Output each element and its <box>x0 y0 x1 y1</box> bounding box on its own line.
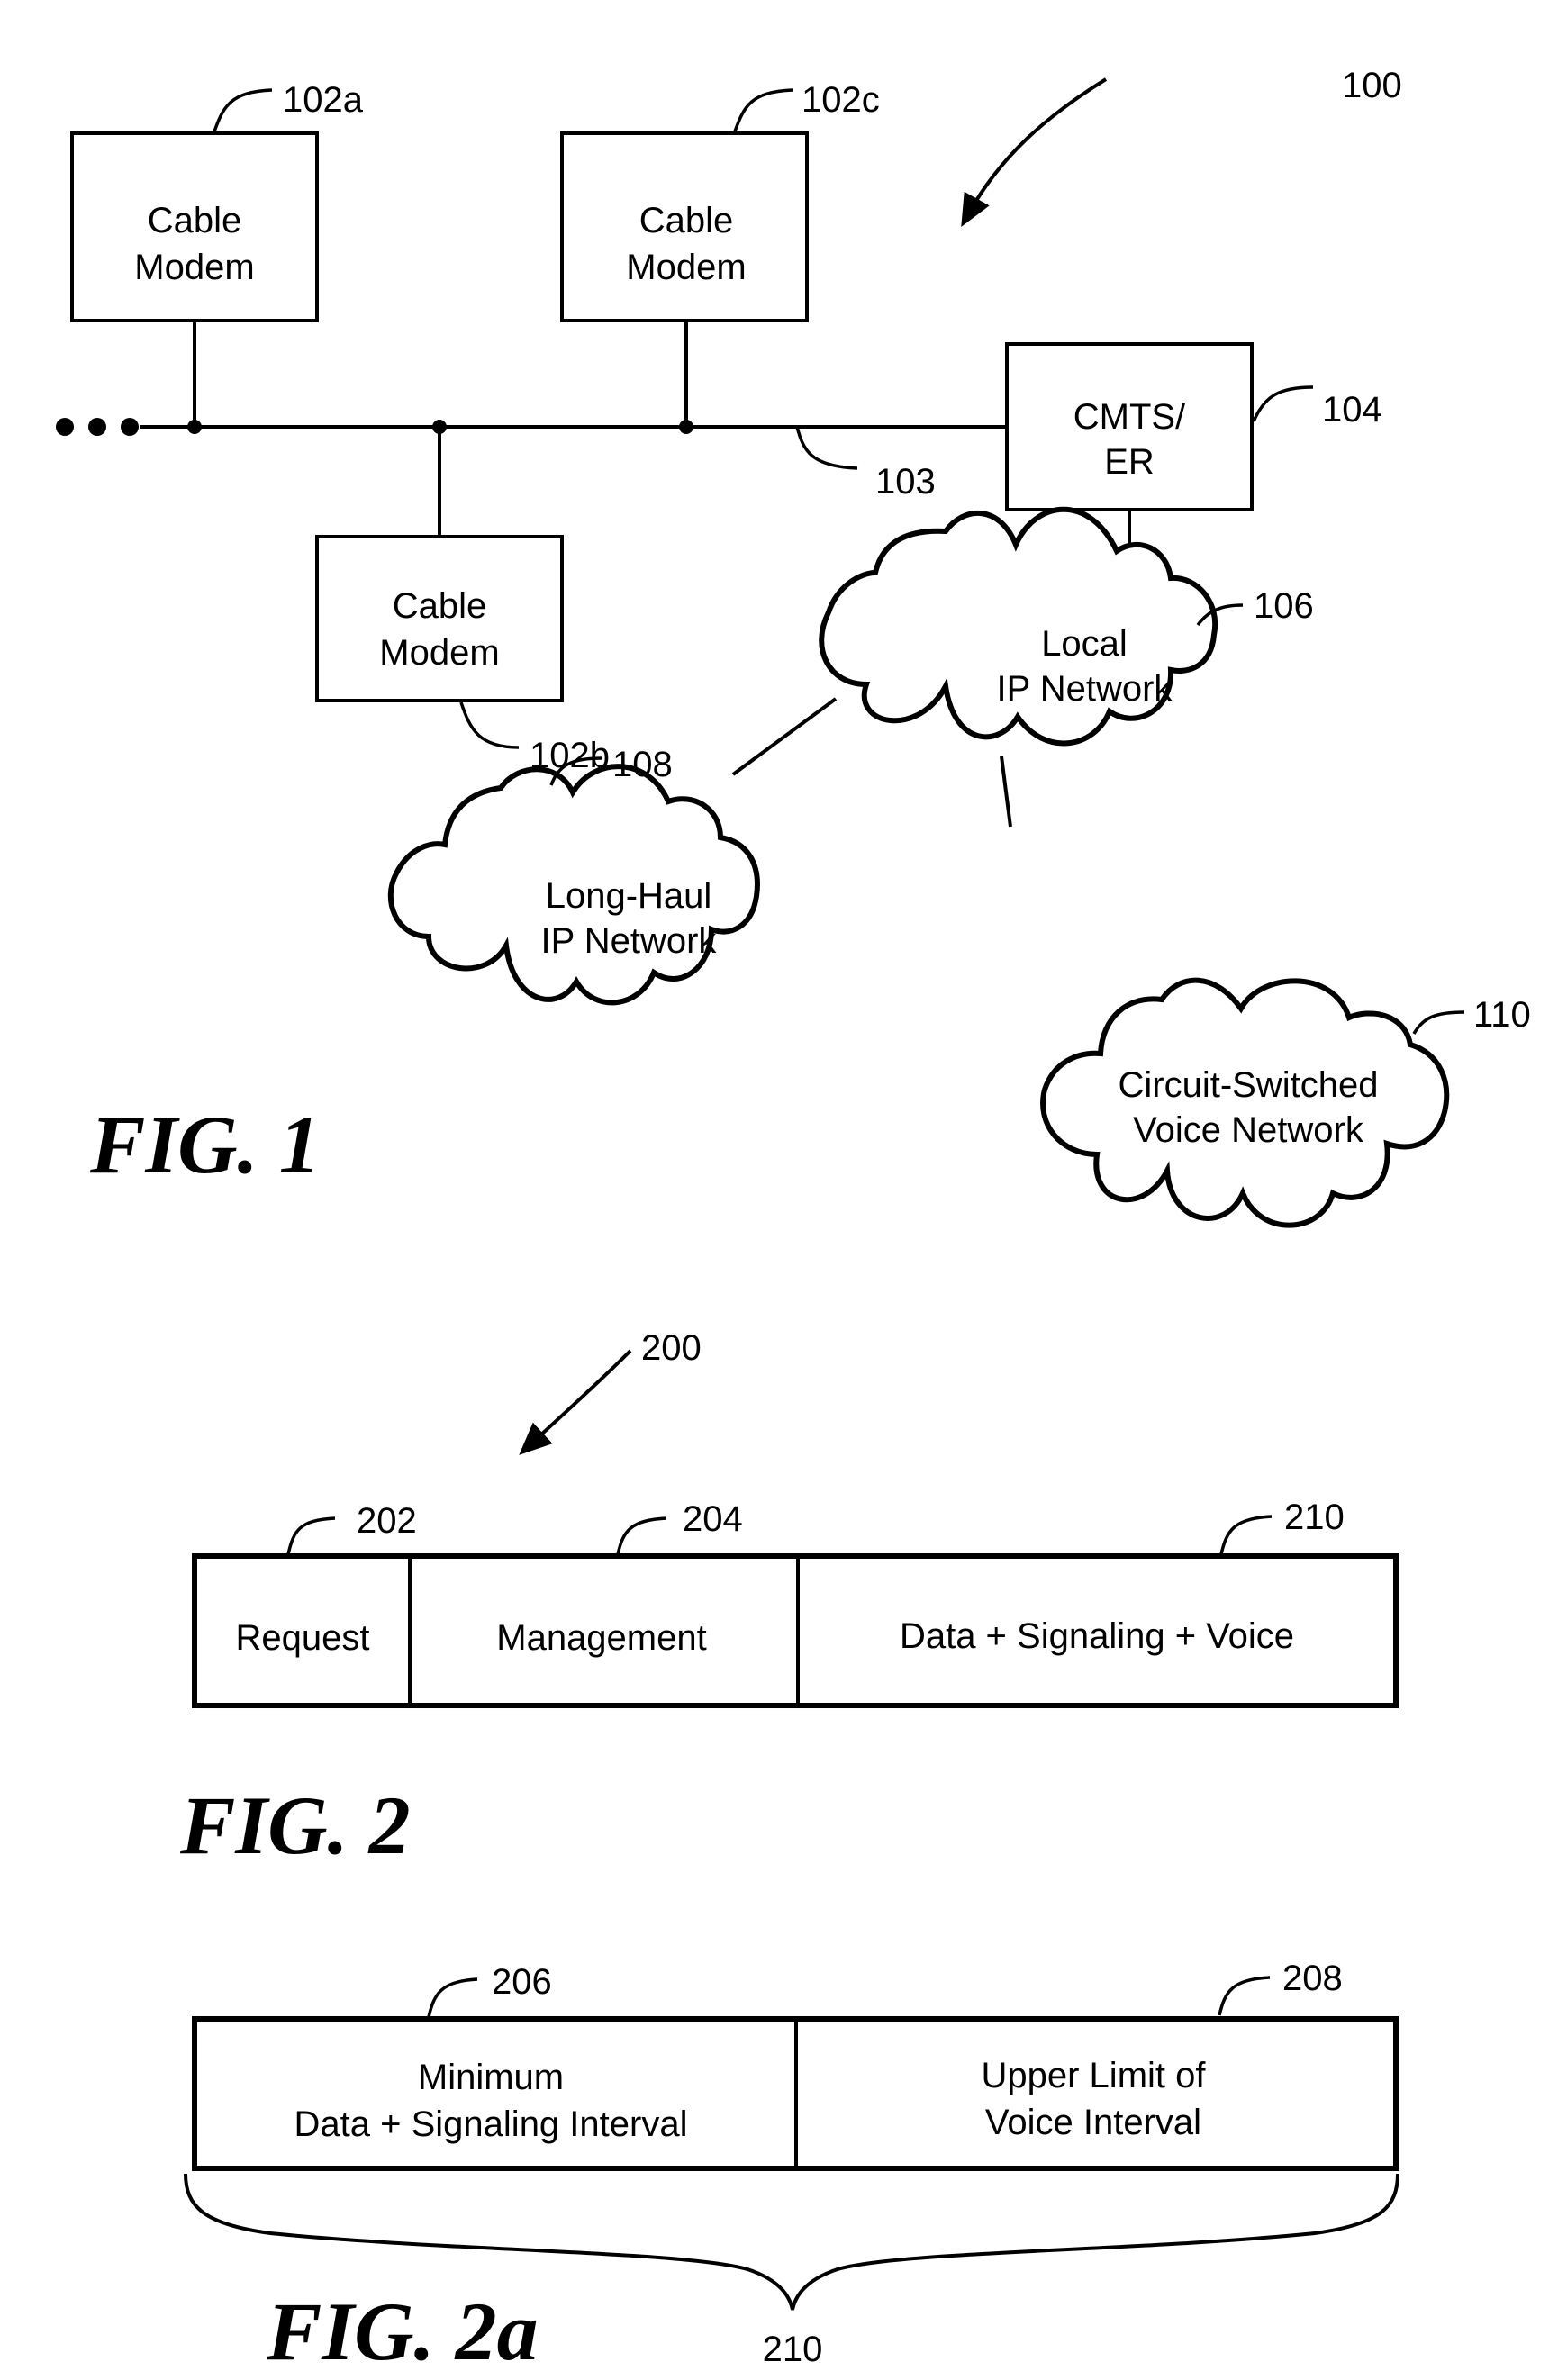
cable-modem-label: Cable <box>148 201 242 240</box>
ref-label: 204 <box>683 1499 743 1539</box>
cable-modem-label: Modem <box>134 248 254 287</box>
cloud-label: Circuit-Switched <box>1119 1065 1379 1105</box>
bus-continuation-dots <box>56 418 139 436</box>
circuit-switched-voice-network-110: Circuit-Switched Voice Network 110 <box>1040 977 1531 1228</box>
ref-label: 210 <box>1284 1498 1345 1537</box>
segment-label: Voice Interval <box>985 2103 1201 2142</box>
leader-line <box>427 1977 478 2018</box>
frame-ref-label: 200 <box>641 1328 702 1368</box>
ref-label: 202 <box>357 1501 417 1541</box>
bus-ref-label: 103 <box>875 462 936 502</box>
segment-label: Minimum <box>418 2058 564 2097</box>
brace-ref-label: 210 <box>763 2330 823 2369</box>
fig2-caption: FIG. 2 <box>179 1779 411 1871</box>
cable-bus-103: 103 <box>140 420 1007 502</box>
segment-label: Request <box>236 1618 370 1658</box>
leader-line <box>213 88 273 132</box>
ref-label: 106 <box>1254 586 1314 626</box>
leader-line <box>1412 1010 1465 1035</box>
local-to-longhaul-link <box>731 697 838 776</box>
ref-label: 208 <box>1282 1959 1343 1998</box>
cable-modem-label: Cable <box>393 586 487 626</box>
cloud-label: Long-Haul <box>546 876 712 916</box>
segment-label: Data + Signaling + Voice <box>900 1616 1294 1656</box>
fig2a: Minimum Data + Signaling Interval 206 Up… <box>184 1959 1399 2377</box>
patent-drawing-sheet: 100 103 Cable Modem 102a Cable Modem 102… <box>56 66 1531 2377</box>
cloud-label: Voice Network <box>1133 1110 1364 1150</box>
leader-line <box>459 701 520 749</box>
leader-line <box>1218 1976 1271 2016</box>
system-ref-label: 100 <box>1342 66 1402 105</box>
fig1-caption: FIG. 1 <box>89 1099 321 1190</box>
fig2a-caption: FIG. 2a <box>266 2285 539 2377</box>
leader-line <box>616 1516 667 1555</box>
cloud-label: Local <box>1041 624 1128 664</box>
system-ref-100: 100 <box>961 66 1402 227</box>
reference-arrow-icon <box>961 77 1108 227</box>
leader-line <box>1252 385 1314 422</box>
cable-modem-label: Cable <box>639 201 734 240</box>
cable-modem-102b: Cable Modem 102b <box>315 427 610 775</box>
reference-arrow-icon <box>519 1349 632 1455</box>
frame-ref-200: 200 <box>519 1328 702 1455</box>
segment-label: Data + Signaling Interval <box>294 2104 688 2144</box>
ref-label: 108 <box>612 745 673 784</box>
cloud-label: IP Network <box>997 669 1173 709</box>
ref-label: 102c <box>802 80 880 120</box>
local-ip-network-106: Local IP Network 106 <box>819 506 1314 747</box>
cmts-label: CMTS/ <box>1073 397 1186 437</box>
segment-label: Upper Limit of <box>982 2056 1207 2095</box>
leader-line <box>733 88 793 132</box>
segment-label: Management <box>496 1618 706 1658</box>
fig1: 100 103 Cable Modem 102a Cable Modem 102… <box>56 66 1531 1228</box>
long-haul-ip-network-108: Long-Haul IP Network 108 <box>387 745 760 1006</box>
cmts-label: ER <box>1104 442 1155 482</box>
cable-modem-label: Modem <box>626 248 746 287</box>
ref-label: 206 <box>492 1962 552 2002</box>
ref-label: 104 <box>1322 390 1382 430</box>
cable-modem-102c: Cable Modem 102c <box>560 80 880 427</box>
leader-line <box>795 426 858 470</box>
leader-line <box>286 1516 336 1555</box>
ref-label: 110 <box>1473 995 1531 1035</box>
fig2: 200 Request 202 Management 204 Data + Si… <box>179 1328 1399 1871</box>
cloud-label: IP Network <box>541 921 718 961</box>
ref-label: 102a <box>283 80 364 120</box>
local-to-circuit-link <box>1000 756 1012 828</box>
cable-modem-label: Modem <box>379 633 499 673</box>
leader-line <box>1219 1515 1273 1555</box>
cable-modem-102a: Cable Modem 102a <box>70 80 364 427</box>
